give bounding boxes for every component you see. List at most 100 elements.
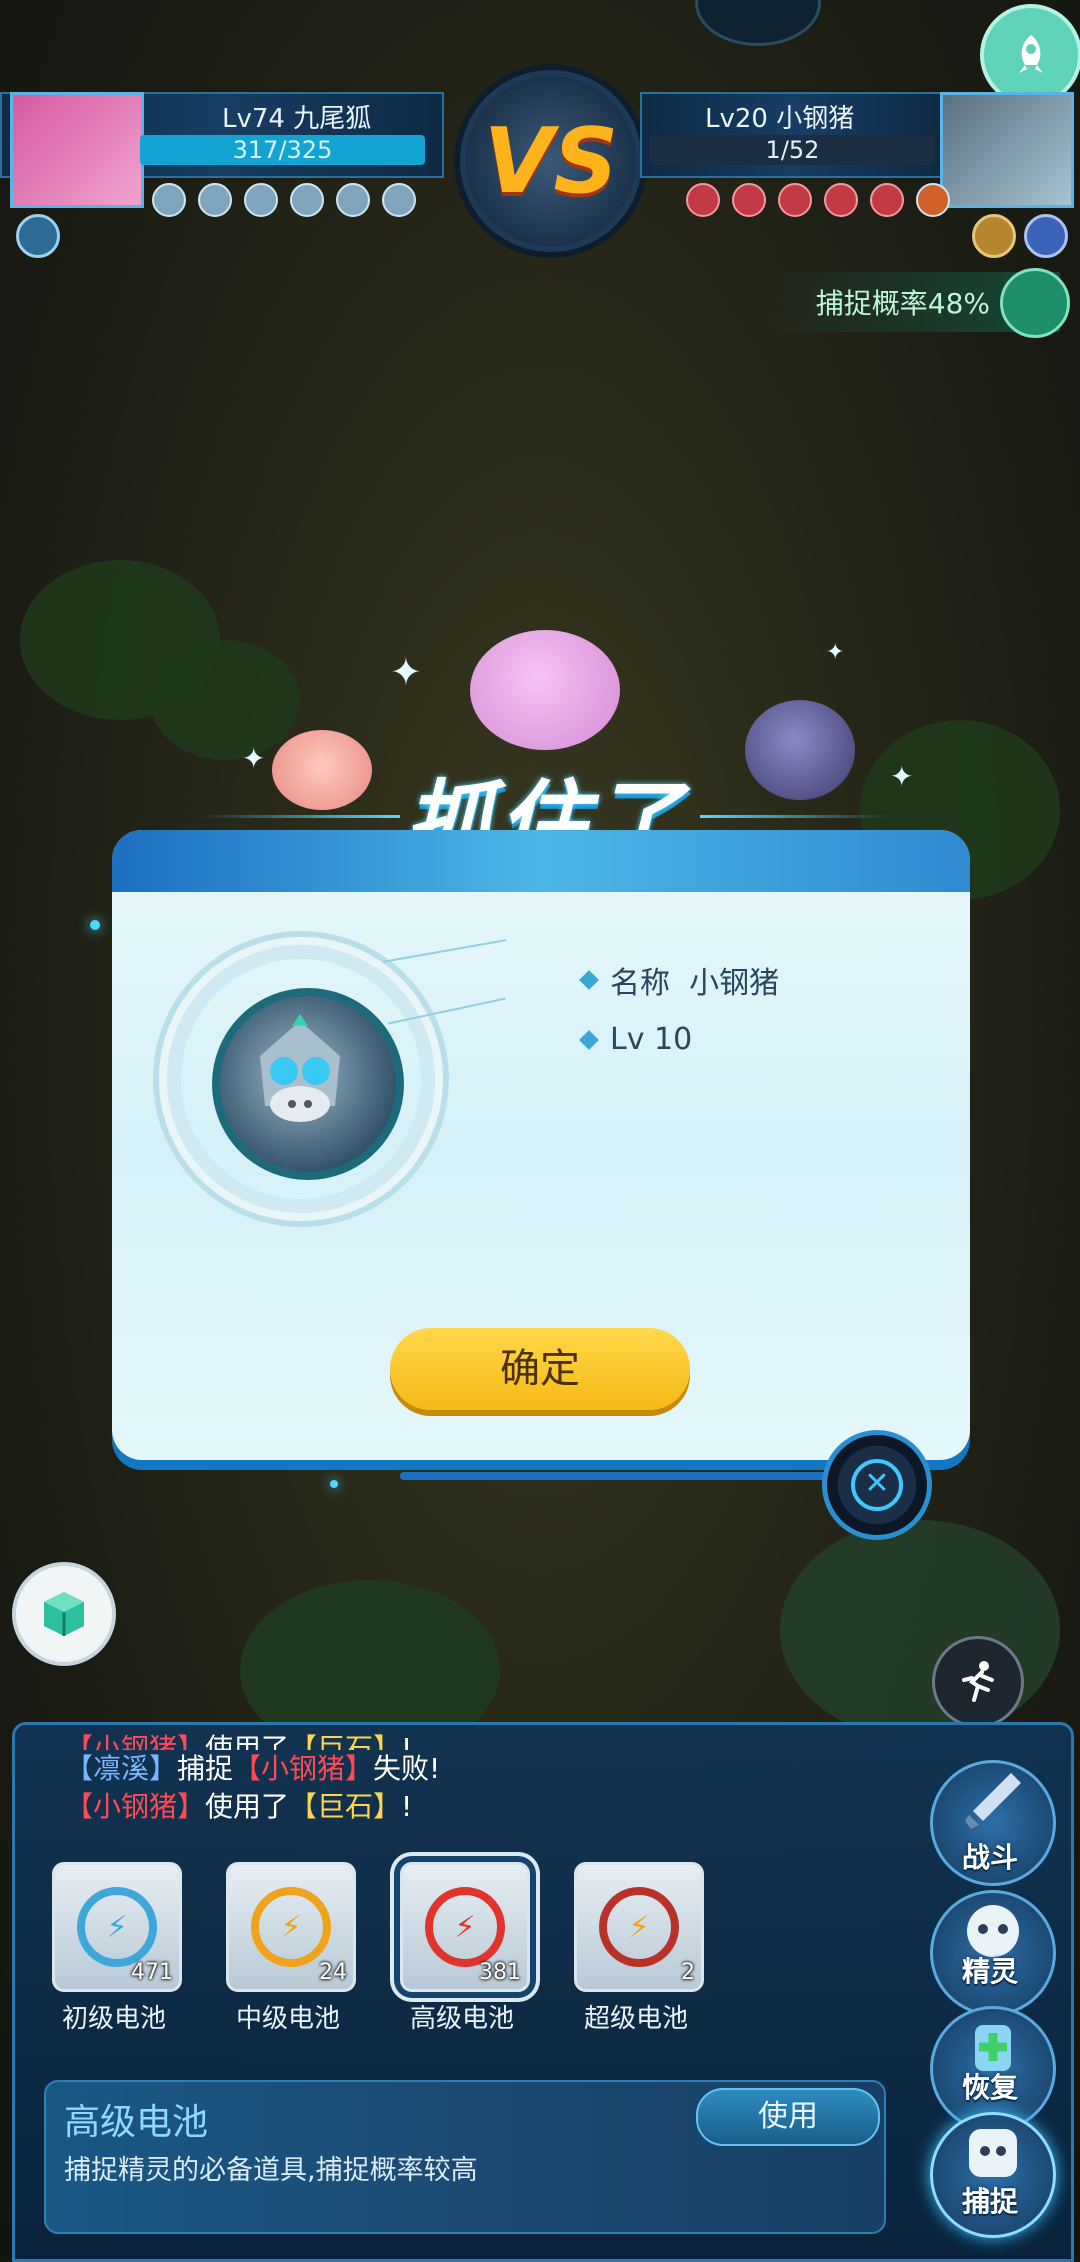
close-icon: ✕ [851, 1459, 903, 1511]
info-connector [382, 939, 507, 963]
log-actor: 【小钢猪】 [65, 1732, 206, 1750]
sword-icon [965, 1773, 1021, 1829]
steel-pig-icon [260, 1014, 340, 1122]
log-actor: 【小钢猪】 [65, 1790, 206, 1823]
item-count: 2 [681, 1960, 695, 1985]
vs-emblem: VS [460, 70, 642, 252]
team-pip [686, 183, 720, 217]
monster-portrait [212, 988, 404, 1180]
team-pip [244, 183, 278, 217]
team-pip [198, 183, 232, 217]
fox-monster [272, 730, 372, 810]
cube-icon [44, 1592, 84, 1636]
team-pip [382, 183, 416, 217]
battle-log: 【小钢猪】使用了【巨石】! 【凛溪】捕捉【小钢猪】失败! 【小钢猪】使用了【巨石… [65, 1732, 440, 1826]
cube-button[interactable] [12, 1562, 116, 1666]
log-object: 【小钢猪】 [233, 1752, 374, 1785]
log-actor: 【凛溪】 [65, 1752, 178, 1785]
rocket-icon [1019, 35, 1043, 73]
log-object: 【巨石】 [289, 1732, 402, 1750]
team-pip [336, 183, 370, 217]
fight-label: 战斗 [961, 1841, 1018, 1874]
log-verb: 捕捉 [177, 1752, 234, 1785]
monster-name-row: 名称 小钢猪 [579, 958, 780, 1002]
banner-line-left [200, 815, 400, 818]
run-icon [962, 1661, 994, 1702]
run-button[interactable] [932, 1636, 1024, 1728]
battery-icon: ⚡ [251, 1887, 331, 1967]
monster-level: Lv 10 [610, 1022, 693, 1057]
pink-monster [470, 630, 620, 750]
enemy-hp-bar: 1/52 [650, 135, 935, 165]
monster-level-row: Lv 10 [579, 1022, 693, 1057]
log-tail: 失败! [373, 1752, 441, 1785]
top-pet-icon[interactable] [695, 0, 821, 46]
log-line: 【凛溪】捕捉【小钢猪】失败! [65, 1750, 440, 1788]
log-verb: 使用了 [205, 1732, 290, 1750]
team-pip [732, 183, 766, 217]
item-count: 24 [319, 1960, 347, 1985]
sparkle-icon: ✦ [242, 742, 266, 775]
player-level-name: Lv74 九尾狐 [222, 104, 372, 134]
item-super-battery[interactable]: ⚡ 2 [574, 1862, 704, 1992]
dark-monster [745, 700, 855, 800]
element-icon[interactable] [972, 214, 1016, 258]
team-pip [824, 183, 858, 217]
scenery-tree [780, 1520, 1060, 1740]
log-line: 【小钢猪】使用了【巨石】! [65, 1730, 440, 1750]
log-tail: ! [401, 1790, 413, 1823]
player-team-pips [152, 183, 416, 217]
item-label: 超级电池 [583, 2004, 688, 2034]
team-pip [870, 183, 904, 217]
item-advanced-battery[interactable]: ⚡ 381 [400, 1862, 530, 1992]
item-count: 471 [131, 1960, 173, 1985]
heal-label: 恢复 [961, 2071, 1018, 2104]
enemy-level-name: Lv20 小钢猪 [705, 104, 855, 134]
monster-name: 名称 小钢猪 [610, 966, 780, 1001]
sparkle-icon: ✦ [890, 760, 914, 793]
enemy-team-pips [686, 183, 950, 217]
capture-label: 捕捉 [961, 2185, 1018, 2218]
banner-line-right [700, 815, 890, 818]
rocket-button[interactable] [980, 4, 1080, 106]
player-hp-bar: 317/325 [140, 135, 425, 165]
battery-icon: ⚡ [77, 1887, 157, 1967]
diamond-icon [579, 1029, 599, 1050]
use-button[interactable]: 使用 [696, 2088, 880, 2146]
log-verb: 使用了 [205, 1790, 290, 1823]
close-button[interactable]: ✕ [822, 1430, 932, 1540]
log-tail: ! [401, 1732, 413, 1750]
item-label: 中级电池 [235, 2004, 340, 2034]
team-pip [152, 183, 186, 217]
log-line: 【小钢猪】使用了【巨石】! [65, 1788, 440, 1826]
buff-icon[interactable] [16, 214, 60, 258]
firefly [330, 1480, 338, 1488]
item-count: 381 [479, 1960, 521, 1985]
team-pip [916, 183, 950, 217]
sparkle-icon: ✦ [826, 640, 845, 665]
log-object: 【巨石】 [289, 1790, 402, 1823]
item-label: 初级电池 [61, 2004, 166, 2034]
close-track [400, 1472, 830, 1480]
enemy-avatar [940, 92, 1074, 208]
item-label: 高级电池 [409, 2004, 514, 2034]
dialog-header-band [112, 830, 970, 892]
team-pip [778, 183, 812, 217]
confirm-button[interactable]: 确定 [390, 1328, 690, 1410]
battery-icon: ⚡ [425, 1887, 505, 1967]
diamond-icon [579, 970, 599, 990]
item-description-text: 捕捉精灵的必备道具,捕捉概率较高 [64, 2155, 478, 2186]
capture-result-dialog: 名称 小钢猪 Lv 10 确定 [112, 830, 970, 1460]
spirit-label: 精灵 [961, 1955, 1018, 1988]
item-basic-battery[interactable]: ⚡ 471 [52, 1862, 182, 1992]
battery-icon: ⚡ [599, 1887, 679, 1967]
firefly [90, 920, 100, 930]
item-medium-battery[interactable]: ⚡ 24 [226, 1862, 356, 1992]
scenery-tree [150, 640, 300, 760]
robot-icon[interactable] [1024, 214, 1068, 258]
item-description-title: 高级电池 [64, 2102, 209, 2143]
sparkle-icon: ✦ [390, 650, 422, 694]
capture-rate-button[interactable] [1000, 268, 1070, 338]
player-avatar [10, 92, 144, 208]
team-pip [290, 183, 324, 217]
